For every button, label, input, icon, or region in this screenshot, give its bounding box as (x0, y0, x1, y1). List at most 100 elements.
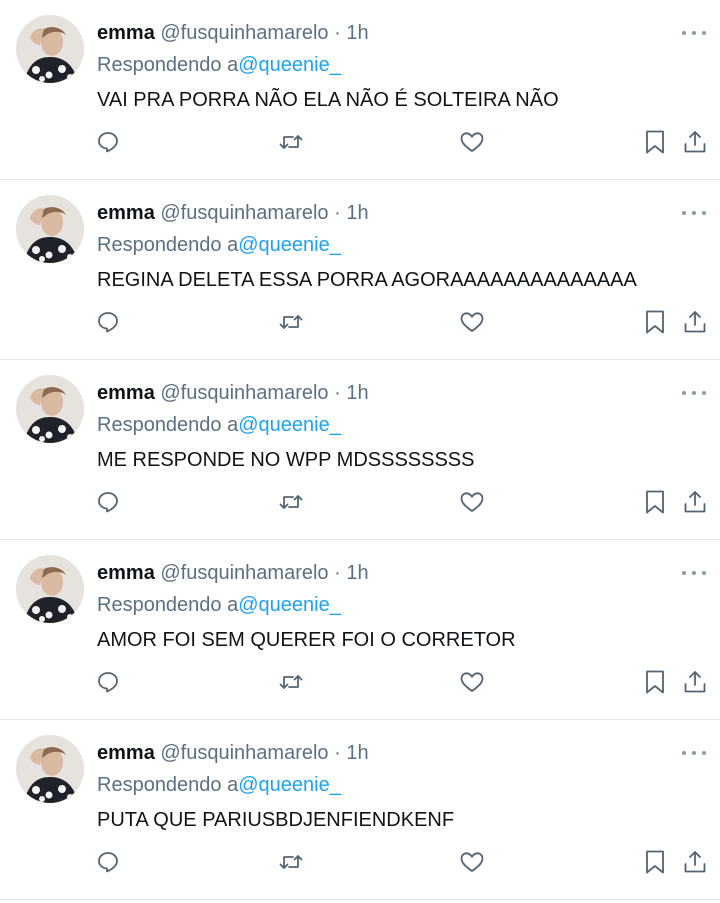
tweet[interactable]: emma @fusquinhamarelo · 1h Respondendo a… (0, 540, 720, 720)
username[interactable]: @fusquinhamarelo (160, 562, 328, 584)
retweet-button[interactable] (277, 308, 305, 336)
bookmark-icon (646, 850, 664, 874)
more-options-icon[interactable] (682, 200, 706, 226)
avatar[interactable] (16, 375, 84, 443)
mention-link[interactable]: @queenie_ (238, 414, 341, 436)
replying-to-label: Respondendo a (97, 774, 239, 796)
replying-to: Respondendo a@queenie_ (97, 232, 341, 258)
timestamp[interactable]: 1h (346, 22, 368, 44)
reply-button[interactable] (94, 488, 122, 516)
display-name[interactable]: emma (97, 742, 155, 764)
share-button[interactable] (681, 668, 709, 696)
retweet-icon (279, 495, 303, 509)
display-name[interactable]: emma (97, 562, 155, 584)
replying-to-label: Respondendo a (97, 54, 239, 76)
separator: · (334, 22, 341, 44)
retweet-icon (279, 675, 303, 689)
share-button[interactable] (681, 308, 709, 336)
separator: · (334, 202, 341, 224)
share-button[interactable] (681, 488, 709, 516)
share-button[interactable] (681, 848, 709, 876)
username[interactable]: @fusquinhamarelo (160, 382, 328, 404)
like-button[interactable] (458, 488, 486, 516)
timestamp[interactable]: 1h (346, 742, 368, 764)
retweet-button[interactable] (277, 128, 305, 156)
replying-to-label: Respondendo a (97, 594, 239, 616)
like-icon (460, 852, 484, 872)
avatar[interactable] (16, 195, 84, 263)
bookmark-icon (646, 130, 664, 154)
display-name[interactable]: emma (97, 382, 155, 404)
bookmark-icon (646, 310, 664, 334)
mention-link[interactable]: @queenie_ (238, 774, 341, 796)
reply-button[interactable] (94, 848, 122, 876)
reply-button[interactable] (94, 128, 122, 156)
like-icon (460, 312, 484, 332)
username[interactable]: @fusquinhamarelo (160, 22, 328, 44)
bookmark-button[interactable] (641, 128, 669, 156)
bookmark-button[interactable] (641, 668, 669, 696)
replying-to-label: Respondendo a (97, 414, 239, 436)
tweet[interactable]: emma @fusquinhamarelo · 1h Respondendo a… (0, 720, 720, 900)
bookmark-button[interactable] (641, 308, 669, 336)
username[interactable]: @fusquinhamarelo (160, 202, 328, 224)
like-button[interactable] (458, 128, 486, 156)
more-options-icon[interactable] (682, 380, 706, 406)
mention-link[interactable]: @queenie_ (238, 234, 341, 256)
retweet-icon (279, 315, 303, 329)
more-options-icon[interactable] (682, 560, 706, 586)
avatar[interactable] (16, 735, 84, 803)
reply-icon (98, 312, 118, 333)
tweet-text: VAI PRA PORRA NÃO ELA NÃO É SOLTEIRA NÃO (97, 89, 559, 111)
more-options-icon[interactable] (682, 740, 706, 766)
avatar[interactable] (16, 15, 84, 83)
bookmark-button[interactable] (641, 488, 669, 516)
mention-link[interactable]: @queenie_ (238, 54, 341, 76)
retweet-button[interactable] (277, 488, 305, 516)
like-button[interactable] (458, 668, 486, 696)
bookmark-button[interactable] (641, 848, 669, 876)
like-icon (460, 492, 484, 512)
reply-button[interactable] (94, 668, 122, 696)
replying-to: Respondendo a@queenie_ (97, 52, 341, 78)
reply-icon (98, 132, 118, 153)
tweet[interactable]: emma @fusquinhamarelo · 1h Respondendo a… (0, 180, 720, 360)
tweet-header: emma @fusquinhamarelo · 1h (97, 560, 369, 586)
replying-to: Respondendo a@queenie_ (97, 772, 341, 798)
avatar-photo (16, 375, 84, 443)
like-button[interactable] (458, 308, 486, 336)
tweet-header: emma @fusquinhamarelo · 1h (97, 200, 369, 226)
tweet-header: emma @fusquinhamarelo · 1h (97, 740, 369, 766)
retweet-button[interactable] (277, 848, 305, 876)
timestamp[interactable]: 1h (346, 382, 368, 404)
tweet[interactable]: emma @fusquinhamarelo · 1h Respondendo a… (0, 360, 720, 540)
timestamp[interactable]: 1h (346, 562, 368, 584)
tweet[interactable]: emma @fusquinhamarelo · 1h Respondendo a… (0, 0, 720, 180)
tweet-feed: emma @fusquinhamarelo · 1h Respondendo a… (0, 0, 720, 900)
avatar[interactable] (16, 555, 84, 623)
more-options-icon[interactable] (682, 20, 706, 46)
separator: · (334, 382, 341, 404)
like-icon (460, 672, 484, 692)
timestamp[interactable]: 1h (346, 202, 368, 224)
share-icon (684, 311, 706, 333)
retweet-button[interactable] (277, 668, 305, 696)
like-button[interactable] (458, 848, 486, 876)
tweet-text: REGINA DELETA ESSA PORRA AGORAAAAAAAAAAA… (97, 269, 637, 291)
tweet-text: PUTA QUE PARIUSBDJENFIENDKENF (97, 809, 455, 831)
avatar-photo (16, 195, 84, 263)
share-button[interactable] (681, 128, 709, 156)
display-name[interactable]: emma (97, 22, 155, 44)
username[interactable]: @fusquinhamarelo (160, 742, 328, 764)
share-icon (684, 491, 706, 513)
reply-icon (98, 492, 118, 513)
display-name[interactable]: emma (97, 202, 155, 224)
reply-button[interactable] (94, 308, 122, 336)
tweet-text: AMOR FOI SEM QUERER FOI O CORRETOR (97, 629, 516, 651)
mention-link[interactable]: @queenie_ (238, 594, 341, 616)
retweet-icon (279, 855, 303, 869)
share-icon (684, 671, 706, 693)
retweet-icon (279, 135, 303, 149)
reply-icon (98, 672, 118, 693)
tweet-header: emma @fusquinhamarelo · 1h (97, 380, 369, 406)
